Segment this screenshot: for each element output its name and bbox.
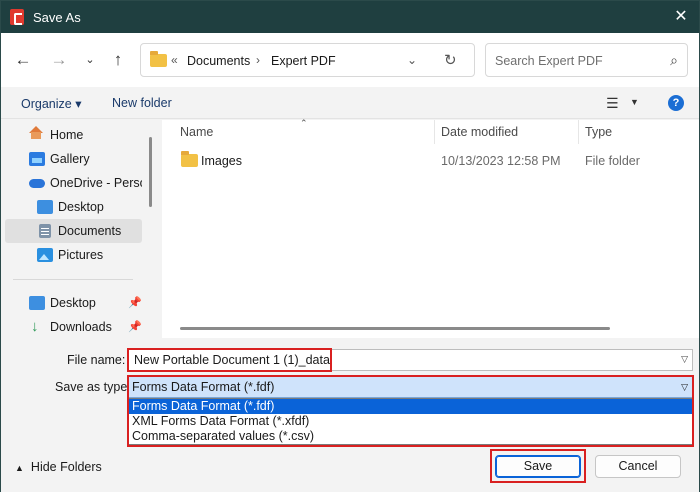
close-button[interactable]: ✕ xyxy=(671,7,691,27)
app-logo-icon xyxy=(10,9,24,25)
nav-item-onedrive[interactable]: OneDrive - Personal xyxy=(5,171,142,195)
hide-folders-label: Hide Folders xyxy=(30,460,102,474)
file-name-cell[interactable]: Images xyxy=(201,154,242,168)
view-dropdown-icon[interactable]: ▼ xyxy=(630,97,639,107)
command-bar: Organize ▾ New folder ☰ ▼ ? xyxy=(1,87,699,119)
nav-item-pictures[interactable]: Pictures xyxy=(5,243,142,267)
nav-item-label: Home xyxy=(50,128,84,142)
nav-item-label: Desktop xyxy=(58,200,104,214)
column-header-date-modified[interactable]: Date modified xyxy=(441,125,518,139)
address-dropdown-icon[interactable]: ⌄ xyxy=(407,53,417,67)
nav-item-desktop[interactable]: Desktop xyxy=(5,195,142,219)
documents-icon xyxy=(39,224,51,238)
cancel-button[interactable]: Cancel xyxy=(595,455,681,478)
pin-icon: 📌 xyxy=(128,321,142,333)
chevron-up-icon: ▲ xyxy=(15,463,24,473)
folder-icon xyxy=(181,151,198,167)
file-name-label: File name: xyxy=(67,353,126,367)
nav-scrollbar[interactable] xyxy=(149,137,152,207)
breadcrumb-separator-icon: › xyxy=(256,53,260,67)
search-box[interactable]: Search Expert PDF ⌕ xyxy=(485,43,688,77)
nav-item-pinned-desktop[interactable]: Desktop 📌 xyxy=(5,291,142,315)
nav-item-label: Documents xyxy=(58,224,122,238)
save-as-type-label: Save as type: xyxy=(55,380,131,394)
horizontal-scrollbar[interactable] xyxy=(180,327,610,330)
save-as-dialog: Save As ✕ ← → ⌄ ↑ « Documents › Expert P… xyxy=(0,0,700,492)
window-title: Save As xyxy=(33,10,81,25)
nav-item-documents[interactable]: Documents xyxy=(5,219,142,243)
organize-button[interactable]: Organize ▾ xyxy=(21,96,81,111)
overflow-chevron-icon[interactable]: « xyxy=(171,53,178,67)
save-options-panel: File name: New Portable Document 1 (1)_d… xyxy=(1,338,699,492)
help-icon[interactable]: ? xyxy=(668,95,684,111)
search-placeholder: Search Expert PDF xyxy=(495,54,603,68)
pictures-icon xyxy=(37,248,53,262)
onedrive-icon xyxy=(29,179,45,188)
folder-icon xyxy=(150,51,167,67)
gallery-icon xyxy=(29,152,45,166)
pin-icon: 📌 xyxy=(128,297,142,309)
nav-item-home[interactable]: Home xyxy=(5,123,142,147)
file-name-highlight-box xyxy=(127,348,332,372)
column-divider[interactable] xyxy=(578,120,579,144)
date-modified-cell: 10/13/2023 12:58 PM xyxy=(441,154,561,168)
new-folder-button[interactable]: New folder xyxy=(112,96,172,110)
up-arrow-icon[interactable]: ↑ xyxy=(107,50,129,70)
column-header-type[interactable]: Type xyxy=(585,125,612,139)
sort-ascending-icon: ⌃ xyxy=(300,118,308,128)
downloads-icon: ↓ xyxy=(31,318,39,335)
nav-item-label: OneDrive - Personal xyxy=(50,176,142,190)
hide-folders-button[interactable]: ▲ Hide Folders xyxy=(15,460,102,474)
title-bar: Save As ✕ xyxy=(1,1,699,33)
save-highlight-box xyxy=(490,449,586,483)
nav-item-label: Gallery xyxy=(50,152,90,166)
chevron-down-icon[interactable]: ▽ xyxy=(681,354,688,365)
search-icon[interactable]: ⌕ xyxy=(670,52,678,69)
save-type-highlight-box xyxy=(127,375,694,447)
desktop-icon xyxy=(29,296,45,310)
recent-locations-chevron-icon[interactable]: ⌄ xyxy=(79,50,101,70)
file-list: ⌃ Name Date modified Type Images 10/13/2… xyxy=(162,118,699,338)
nav-divider xyxy=(13,279,133,280)
back-arrow-icon[interactable]: ← xyxy=(12,50,34,70)
view-options-icon[interactable]: ☰ xyxy=(606,95,619,112)
refresh-icon[interactable]: ↻ xyxy=(444,51,457,69)
column-header-name[interactable]: Name xyxy=(180,125,213,139)
address-bar[interactable]: « Documents › Expert PDF ⌄ ↻ xyxy=(140,43,475,77)
forward-arrow-icon[interactable]: → xyxy=(48,50,70,70)
navigation-bar: ← → ⌄ ↑ « Documents › Expert PDF ⌄ ↻ Sea… xyxy=(1,33,699,87)
breadcrumb-expert-pdf[interactable]: Expert PDF xyxy=(271,54,336,68)
nav-item-downloads[interactable]: ↓ Downloads 📌 xyxy=(5,315,142,339)
navigation-pane: Home Gallery OneDrive - Personal Desktop… xyxy=(1,120,161,338)
desktop-icon xyxy=(37,200,53,214)
type-cell: File folder xyxy=(585,154,640,168)
home-icon xyxy=(29,126,43,139)
column-divider[interactable] xyxy=(434,120,435,144)
nav-item-gallery[interactable]: Gallery xyxy=(5,147,142,171)
breadcrumb-documents[interactable]: Documents xyxy=(187,54,250,68)
nav-item-label: Pictures xyxy=(58,248,104,262)
